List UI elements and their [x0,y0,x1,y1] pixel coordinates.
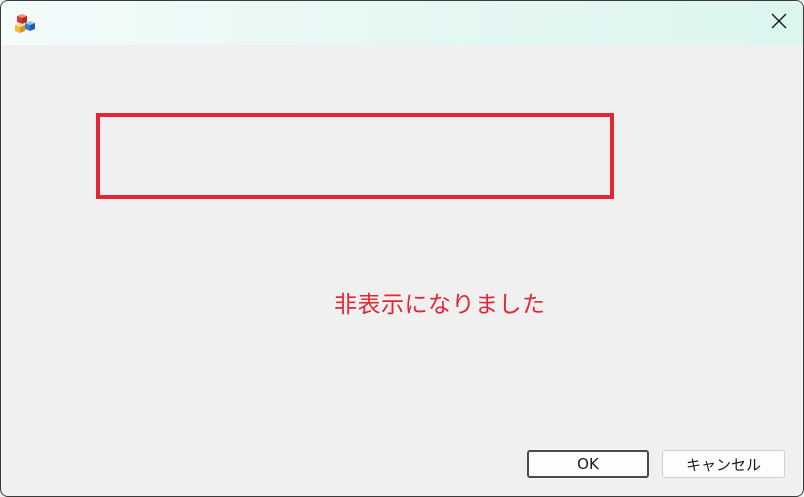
title-bar [1,1,803,45]
close-icon [771,13,787,33]
close-button[interactable] [755,1,803,45]
cancel-button[interactable]: キャンセル [662,450,785,478]
dialog-window: 非表示になりました OK キャンセル [0,0,804,497]
highlight-box [96,113,614,199]
ok-button[interactable]: OK [527,450,649,478]
dialog-content: 非表示になりました OK キャンセル [1,45,803,496]
status-message: 非表示になりました [334,292,546,318]
app-blocks-icon [12,12,38,36]
